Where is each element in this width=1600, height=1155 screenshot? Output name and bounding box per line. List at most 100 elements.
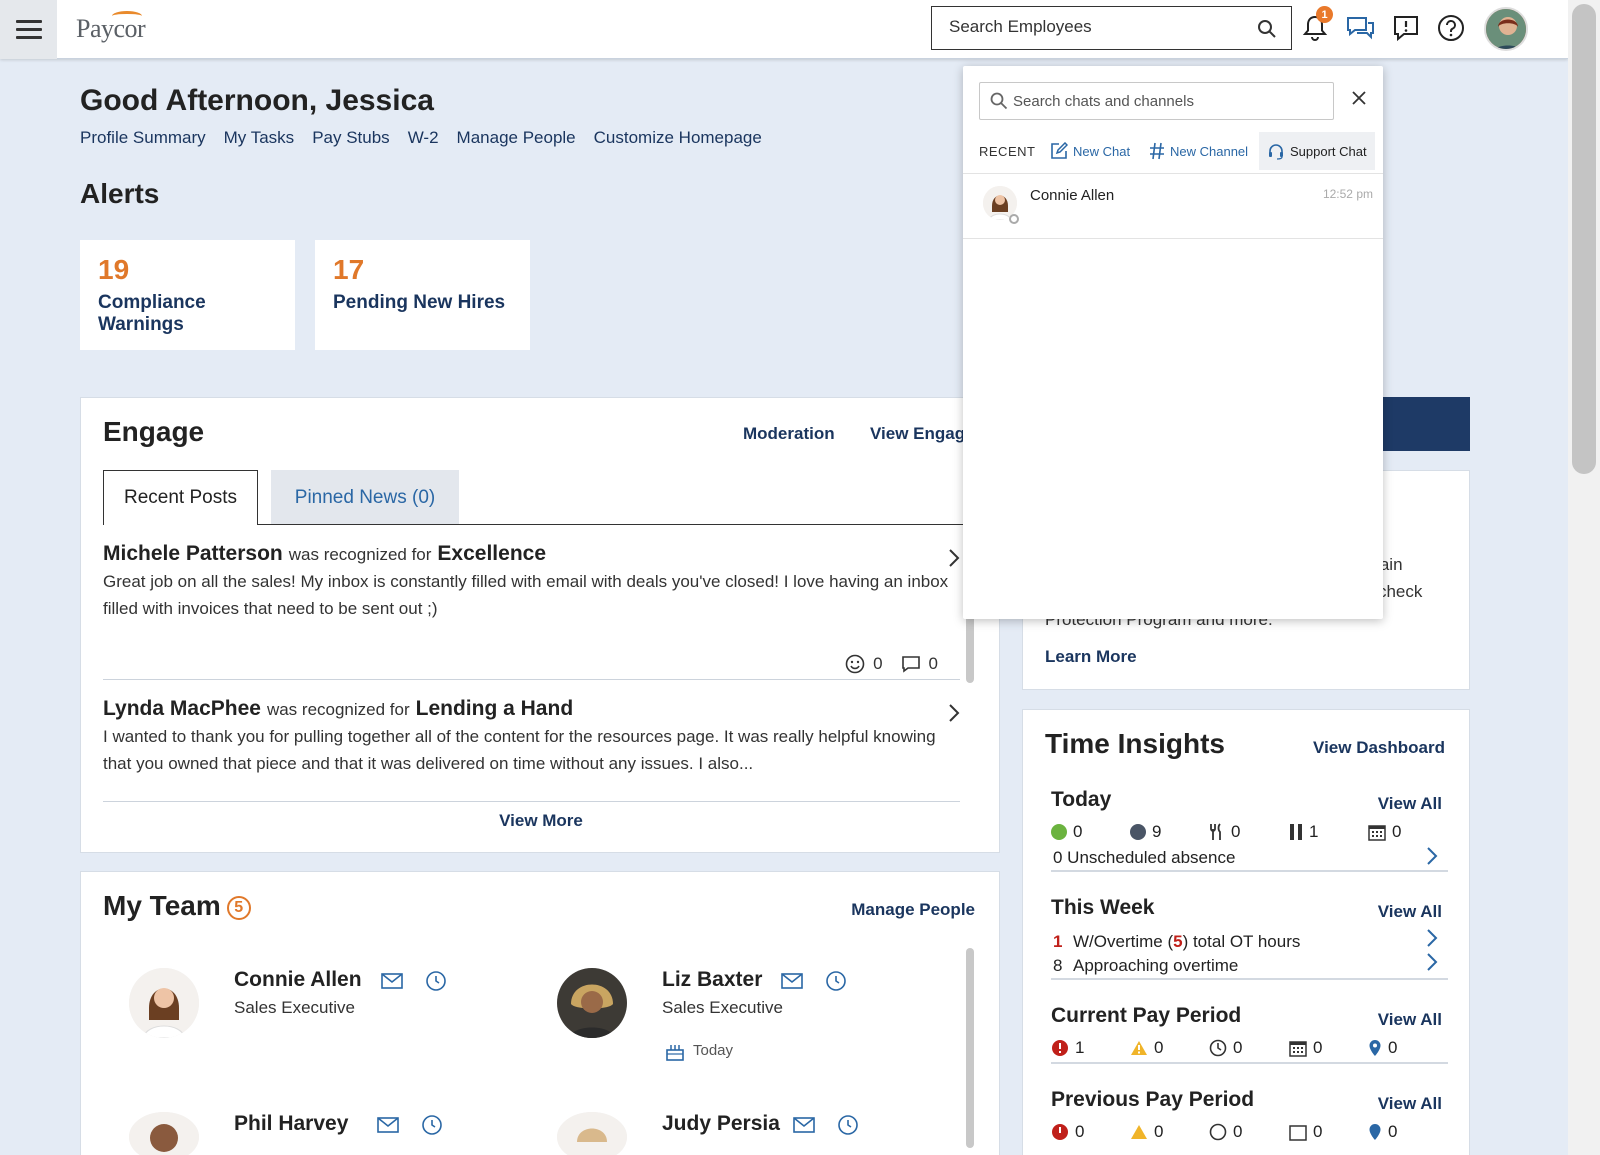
member-name[interactable]: Phil Harvey <box>234 1112 348 1136</box>
help-icon <box>1438 15 1464 41</box>
link-pay-stubs[interactable]: Pay Stubs <box>312 128 390 148</box>
notification-badge: 1 <box>1316 6 1333 23</box>
member-name[interactable]: Judy Persia <box>662 1112 780 1136</box>
chat-button[interactable] <box>1343 10 1377 46</box>
member-photo-icon <box>557 968 627 1038</box>
unscheduled-absence: 0 Unscheduled absence <box>1053 848 1236 867</box>
warning-icon <box>1131 1041 1147 1055</box>
help-button[interactable] <box>1434 10 1468 46</box>
calendar-stat[interactable]: 0 <box>1289 1038 1322 1058</box>
chat-tab-recent[interactable]: RECENT <box>979 144 1035 159</box>
link-profile-summary[interactable]: Profile Summary <box>80 128 206 148</box>
employee-search-input[interactable] <box>932 7 1232 47</box>
close-icon[interactable] <box>1351 90 1367 106</box>
missed-punch-stat[interactable]: 0 <box>1209 1122 1242 1142</box>
chevron-right-icon[interactable] <box>948 703 960 723</box>
member-photo[interactable] <box>129 968 199 1038</box>
alert-label: Compliance Warnings <box>98 292 206 335</box>
scheduled-stat[interactable]: 0 <box>1368 822 1401 842</box>
new-channel-button[interactable]: New Channel <box>1149 132 1248 170</box>
clock-icon[interactable] <box>825 970 847 992</box>
mail-icon[interactable] <box>381 972 403 990</box>
page-scrollbar-thumb[interactable] <box>1572 4 1596 474</box>
hamburger-menu-icon[interactable] <box>0 0 57 59</box>
errors-count: 0 <box>1075 1122 1085 1141</box>
feedback-icon <box>1394 16 1418 42</box>
alert-count: 17 <box>333 254 365 285</box>
warnings-stat[interactable]: 0 <box>1130 1038 1163 1058</box>
smiley-icon[interactable] <box>845 654 865 674</box>
warning-icon <box>1131 1125 1147 1139</box>
tab-recent-posts[interactable]: Recent Posts <box>103 470 258 525</box>
clock-icon[interactable] <box>421 1114 443 1136</box>
new-chat-button[interactable]: New Chat <box>1050 132 1130 170</box>
this-week-view-all[interactable]: View All <box>1378 902 1442 922</box>
post-author[interactable]: Lynda MacPhee <box>103 697 261 720</box>
post-item[interactable]: Michele Patterson was recognized for Excel… <box>103 542 960 674</box>
view-dashboard-link[interactable]: View Dashboard <box>1313 738 1445 758</box>
member-name[interactable]: Liz Baxter <box>662 968 762 992</box>
time-insights-title: Time Insights <box>1045 728 1225 759</box>
post-author[interactable]: Michele Patterson <box>103 542 283 565</box>
link-customize-homepage[interactable]: Customize Homepage <box>594 128 762 148</box>
view-more-link[interactable]: View More <box>81 811 1001 831</box>
meal-stat[interactable]: 0 <box>1209 822 1240 842</box>
current-pay-period-view-all[interactable]: View All <box>1378 1010 1442 1030</box>
missed-punch-count: 0 <box>1233 1038 1243 1057</box>
link-my-tasks[interactable]: My Tasks <box>224 128 295 148</box>
team-scrollbar[interactable] <box>966 948 974 1148</box>
link-manage-people[interactable]: Manage People <box>457 128 576 148</box>
support-chat-button[interactable]: Support Chat <box>1259 132 1375 170</box>
page-scrollbar[interactable] <box>1568 0 1600 1155</box>
engage-title: Engage <box>103 416 205 447</box>
errors-stat[interactable]: 1 <box>1051 1038 1084 1058</box>
clocked-out-count: 9 <box>1152 822 1162 841</box>
post-divider <box>103 801 960 802</box>
gray-dot-icon <box>1130 824 1146 840</box>
alert-card-pending-hires[interactable]: 17 Pending New Hires <box>315 240 530 350</box>
clocked-in-stat[interactable]: 0 <box>1051 822 1082 842</box>
chevron-right-icon[interactable] <box>1426 846 1438 866</box>
moderation-link[interactable]: Moderation <box>743 424 835 444</box>
link-w2[interactable]: W-2 <box>408 128 439 148</box>
view-engage-link[interactable]: View Engag <box>870 424 965 444</box>
errors-stat[interactable]: 0 <box>1051 1122 1084 1142</box>
overtime-row[interactable]: 1 W/Overtime (5) total OT hours <box>1053 932 1300 952</box>
notifications-button[interactable]: 1 <box>1298 6 1333 46</box>
previous-pay-period-view-all[interactable]: View All <box>1378 1094 1442 1114</box>
location-stat[interactable]: 0 <box>1368 1122 1397 1142</box>
warnings-stat[interactable]: 0 <box>1130 1122 1163 1142</box>
mail-icon[interactable] <box>377 1116 399 1134</box>
calendar-stat[interactable]: 0 <box>1289 1122 1322 1142</box>
search-icon[interactable] <box>1257 19 1277 39</box>
chevron-right-icon[interactable] <box>948 548 960 568</box>
member-name[interactable]: Connie Allen <box>234 968 362 992</box>
time-insights-panel: Time Insights View Dashboard Today View … <box>1022 709 1470 1155</box>
feedback-button[interactable] <box>1389 10 1423 46</box>
member-photo[interactable] <box>129 1112 199 1155</box>
user-avatar[interactable] <box>1484 7 1528 51</box>
location-stat[interactable]: 0 <box>1368 1038 1397 1058</box>
break-stat[interactable]: 1 <box>1289 822 1318 842</box>
missed-punch-stat[interactable]: 0 <box>1209 1038 1242 1058</box>
member-photo[interactable] <box>557 1112 627 1155</box>
location-count: 0 <box>1388 1122 1398 1141</box>
mail-icon[interactable] <box>793 1116 815 1134</box>
approaching-overtime-row[interactable]: 8 Approaching overtime <box>1053 956 1238 976</box>
manage-people-link[interactable]: Manage People <box>851 900 975 920</box>
chevron-right-icon[interactable] <box>1426 952 1438 972</box>
learn-more-link[interactable]: Learn More <box>1045 647 1137 667</box>
member-photo[interactable] <box>557 968 627 1038</box>
clock-icon[interactable] <box>425 970 447 992</box>
clocked-out-stat[interactable]: 9 <box>1130 822 1161 842</box>
tab-pinned-news[interactable]: Pinned News (0) <box>271 470 459 525</box>
chevron-right-icon[interactable] <box>1426 928 1438 948</box>
today-view-all[interactable]: View All <box>1378 794 1442 814</box>
chat-search-input[interactable] <box>1013 83 1333 119</box>
mail-icon[interactable] <box>781 972 803 990</box>
clock-icon[interactable] <box>837 1114 859 1136</box>
post-item[interactable]: Lynda MacPhee was recognized for Lending a… <box>103 697 960 777</box>
comment-icon[interactable] <box>901 654 921 674</box>
chat-list-item[interactable]: Connie Allen 12:52 pm <box>963 174 1383 239</box>
alert-card-compliance[interactable]: 19 Compliance Warnings <box>80 240 295 350</box>
